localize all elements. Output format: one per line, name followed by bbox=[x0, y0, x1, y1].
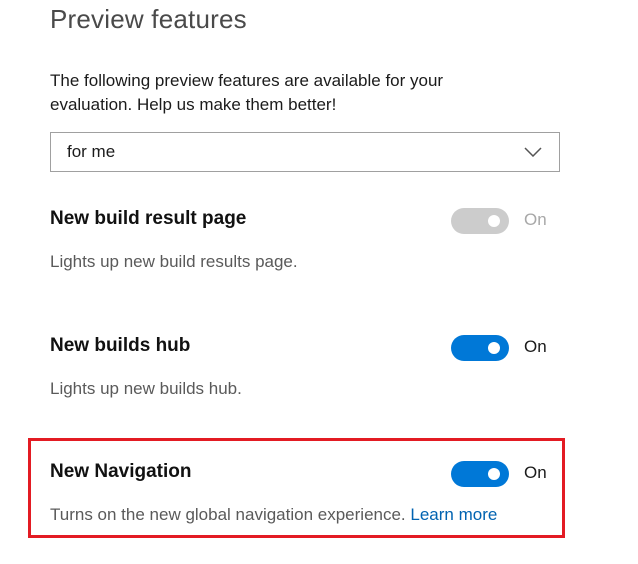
scope-dropdown[interactable]: for me bbox=[50, 132, 560, 172]
toggle-knob bbox=[488, 468, 500, 480]
preview-features-panel: Preview features The following preview f… bbox=[0, 0, 638, 564]
toggle-state-label: On bbox=[524, 210, 547, 229]
learn-more-link[interactable]: Learn more bbox=[410, 505, 497, 524]
page-title: Preview features bbox=[50, 4, 247, 34]
chevron-down-icon bbox=[513, 133, 553, 171]
toggle-state-label: On bbox=[524, 463, 547, 482]
page-description: The following preview features are avail… bbox=[50, 71, 444, 114]
feature-description: Turns on the new global navigation exper… bbox=[50, 505, 497, 525]
feature-description: Lights up new build results page. bbox=[50, 252, 298, 271]
feature-description: Lights up new builds hub. bbox=[50, 379, 242, 398]
feature-name: New Navigation bbox=[50, 461, 192, 482]
scope-dropdown-value: for me bbox=[67, 142, 116, 161]
feature-name: New build result page bbox=[50, 208, 247, 229]
toggle-new-build-result-page bbox=[451, 208, 509, 234]
toggle-new-builds-hub[interactable] bbox=[451, 335, 509, 361]
toggle-state-label: On bbox=[524, 337, 547, 356]
feature-description-text: Turns on the new global navigation exper… bbox=[50, 505, 406, 524]
toggle-new-navigation[interactable] bbox=[451, 461, 509, 487]
feature-name: New builds hub bbox=[50, 335, 191, 356]
toggle-knob bbox=[488, 215, 500, 227]
toggle-knob bbox=[488, 342, 500, 354]
